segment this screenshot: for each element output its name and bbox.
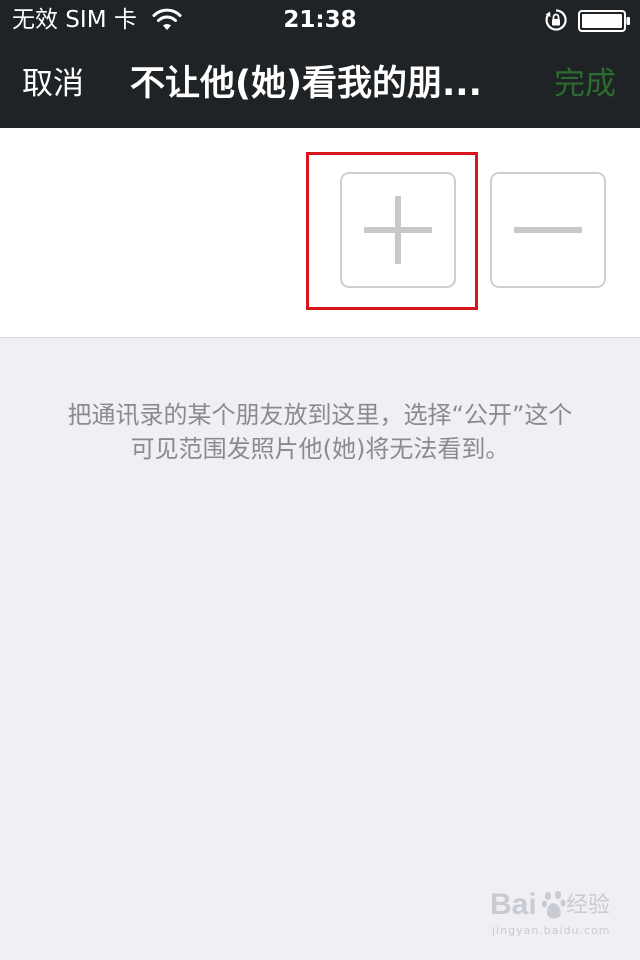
watermark-url: jingyan.baidu.com [492, 924, 611, 937]
minus-icon [514, 227, 582, 233]
watermark-brand: Bai [490, 888, 537, 921]
add-member-button[interactable] [340, 172, 456, 288]
plus-icon [364, 196, 432, 264]
watermark-brand-cn: 经验 [566, 893, 611, 918]
nav-bar: 取消 不让他(她)看我的朋... 完成 [0, 40, 640, 128]
cancel-button[interactable]: 取消 [22, 64, 84, 104]
rotation-lock-icon [545, 9, 567, 31]
paw-icon [542, 891, 566, 919]
baidu-watermark: Bai 经验 jingyan.baidu.com [490, 886, 614, 946]
hint-line-2: 可见范围发照片他(她)将无法看到。 [130, 435, 510, 463]
done-button[interactable]: 完成 [554, 64, 616, 104]
page-title: 不让他(她)看我的朋... [130, 64, 482, 104]
hint-line-1: 把通讯录的某个朋友放到这里，选择“公开”这个 [67, 401, 573, 429]
remove-member-button[interactable] [490, 172, 606, 288]
hint-text: 把通讯录的某个朋友放到这里，选择“公开”这个 可见范围发照片他(她)将无法看到。 [20, 398, 620, 466]
member-panel [0, 128, 640, 338]
status-bar: 无效 SIM 卡 21:38 [0, 0, 640, 40]
battery-icon [578, 10, 630, 32]
